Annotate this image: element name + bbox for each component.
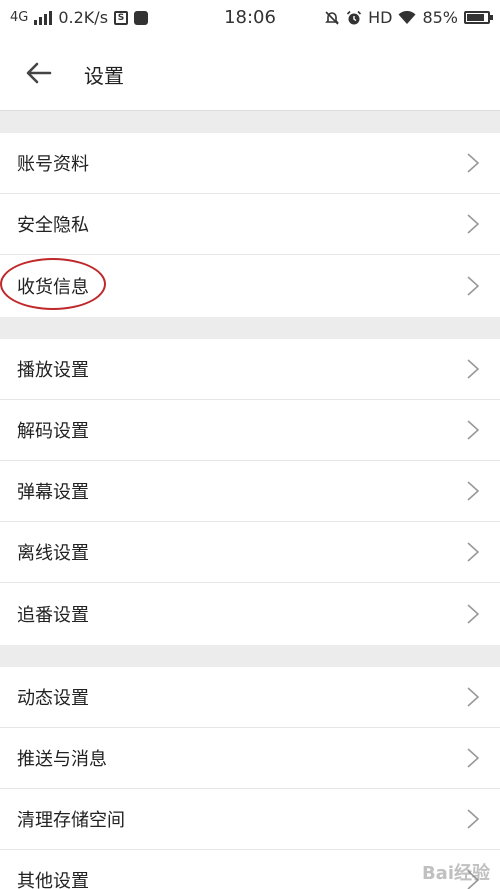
section-divider <box>0 317 500 339</box>
item-label: 安全隐私 <box>17 215 89 236</box>
settings-item-follow-anime[interactable]: 追番设置 <box>0 583 500 644</box>
watermark-text: Bai经验 <box>421 863 490 884</box>
battery-percent: 85% <box>422 8 458 27</box>
page-title: 设置 <box>84 64 124 88</box>
item-label: 其他设置 <box>17 871 89 889</box>
bell-off-icon <box>325 10 340 25</box>
item-label: 弹幕设置 <box>17 482 89 503</box>
settings-screen: 4G 0.2K/s S 18:06 HD 85% 设置 账号资料 安全隐私 收货… <box>0 0 500 889</box>
chevron-right-icon <box>467 214 480 234</box>
item-label: 离线设置 <box>17 543 89 564</box>
chevron-right-icon <box>467 748 480 768</box>
alarm-icon <box>347 10 362 24</box>
chevron-right-icon <box>467 687 480 707</box>
item-label: 账号资料 <box>17 154 89 175</box>
wifi-icon <box>398 10 416 24</box>
app-header: 设置 <box>0 36 500 111</box>
settings-item-playback[interactable]: 播放设置 <box>0 339 500 400</box>
item-label: 清理存储空间 <box>17 810 125 831</box>
item-label: 解码设置 <box>17 421 89 442</box>
item-label: 动态设置 <box>17 688 89 709</box>
section-divider <box>0 111 500 133</box>
chevron-right-icon <box>467 420 480 440</box>
item-label: 追番设置 <box>17 604 89 626</box>
hd-indicator: HD <box>368 8 393 27</box>
item-label: 推送与消息 <box>17 749 107 770</box>
settings-item-decoding[interactable]: 解码设置 <box>0 400 500 461</box>
settings-item-dynamic[interactable]: 动态设置 <box>0 667 500 728</box>
settings-item-push[interactable]: 推送与消息 <box>0 728 500 789</box>
chevron-right-icon <box>467 359 480 379</box>
chevron-right-icon <box>467 481 480 501</box>
status-bar: 4G 0.2K/s S 18:06 HD 85% <box>0 0 500 36</box>
highlight-annotation <box>0 258 106 310</box>
settings-item-account[interactable]: 账号资料 <box>0 133 500 194</box>
battery-icon <box>464 11 493 24</box>
chevron-right-icon <box>467 275 480 296</box>
chevron-right-icon <box>467 153 480 173</box>
chevron-right-icon <box>467 603 480 624</box>
settings-item-security[interactable]: 安全隐私 <box>0 194 500 255</box>
chevron-right-icon <box>467 542 480 562</box>
settings-item-storage[interactable]: 清理存储空间 <box>0 789 500 850</box>
chevron-right-icon <box>467 809 480 829</box>
back-arrow-icon[interactable] <box>22 58 56 88</box>
settings-item-danmaku[interactable]: 弹幕设置 <box>0 461 500 522</box>
section-divider <box>0 645 500 667</box>
watermark: Bai经验 <box>422 859 490 885</box>
item-label: 播放设置 <box>17 360 89 381</box>
settings-item-offline[interactable]: 离线设置 <box>0 522 500 583</box>
